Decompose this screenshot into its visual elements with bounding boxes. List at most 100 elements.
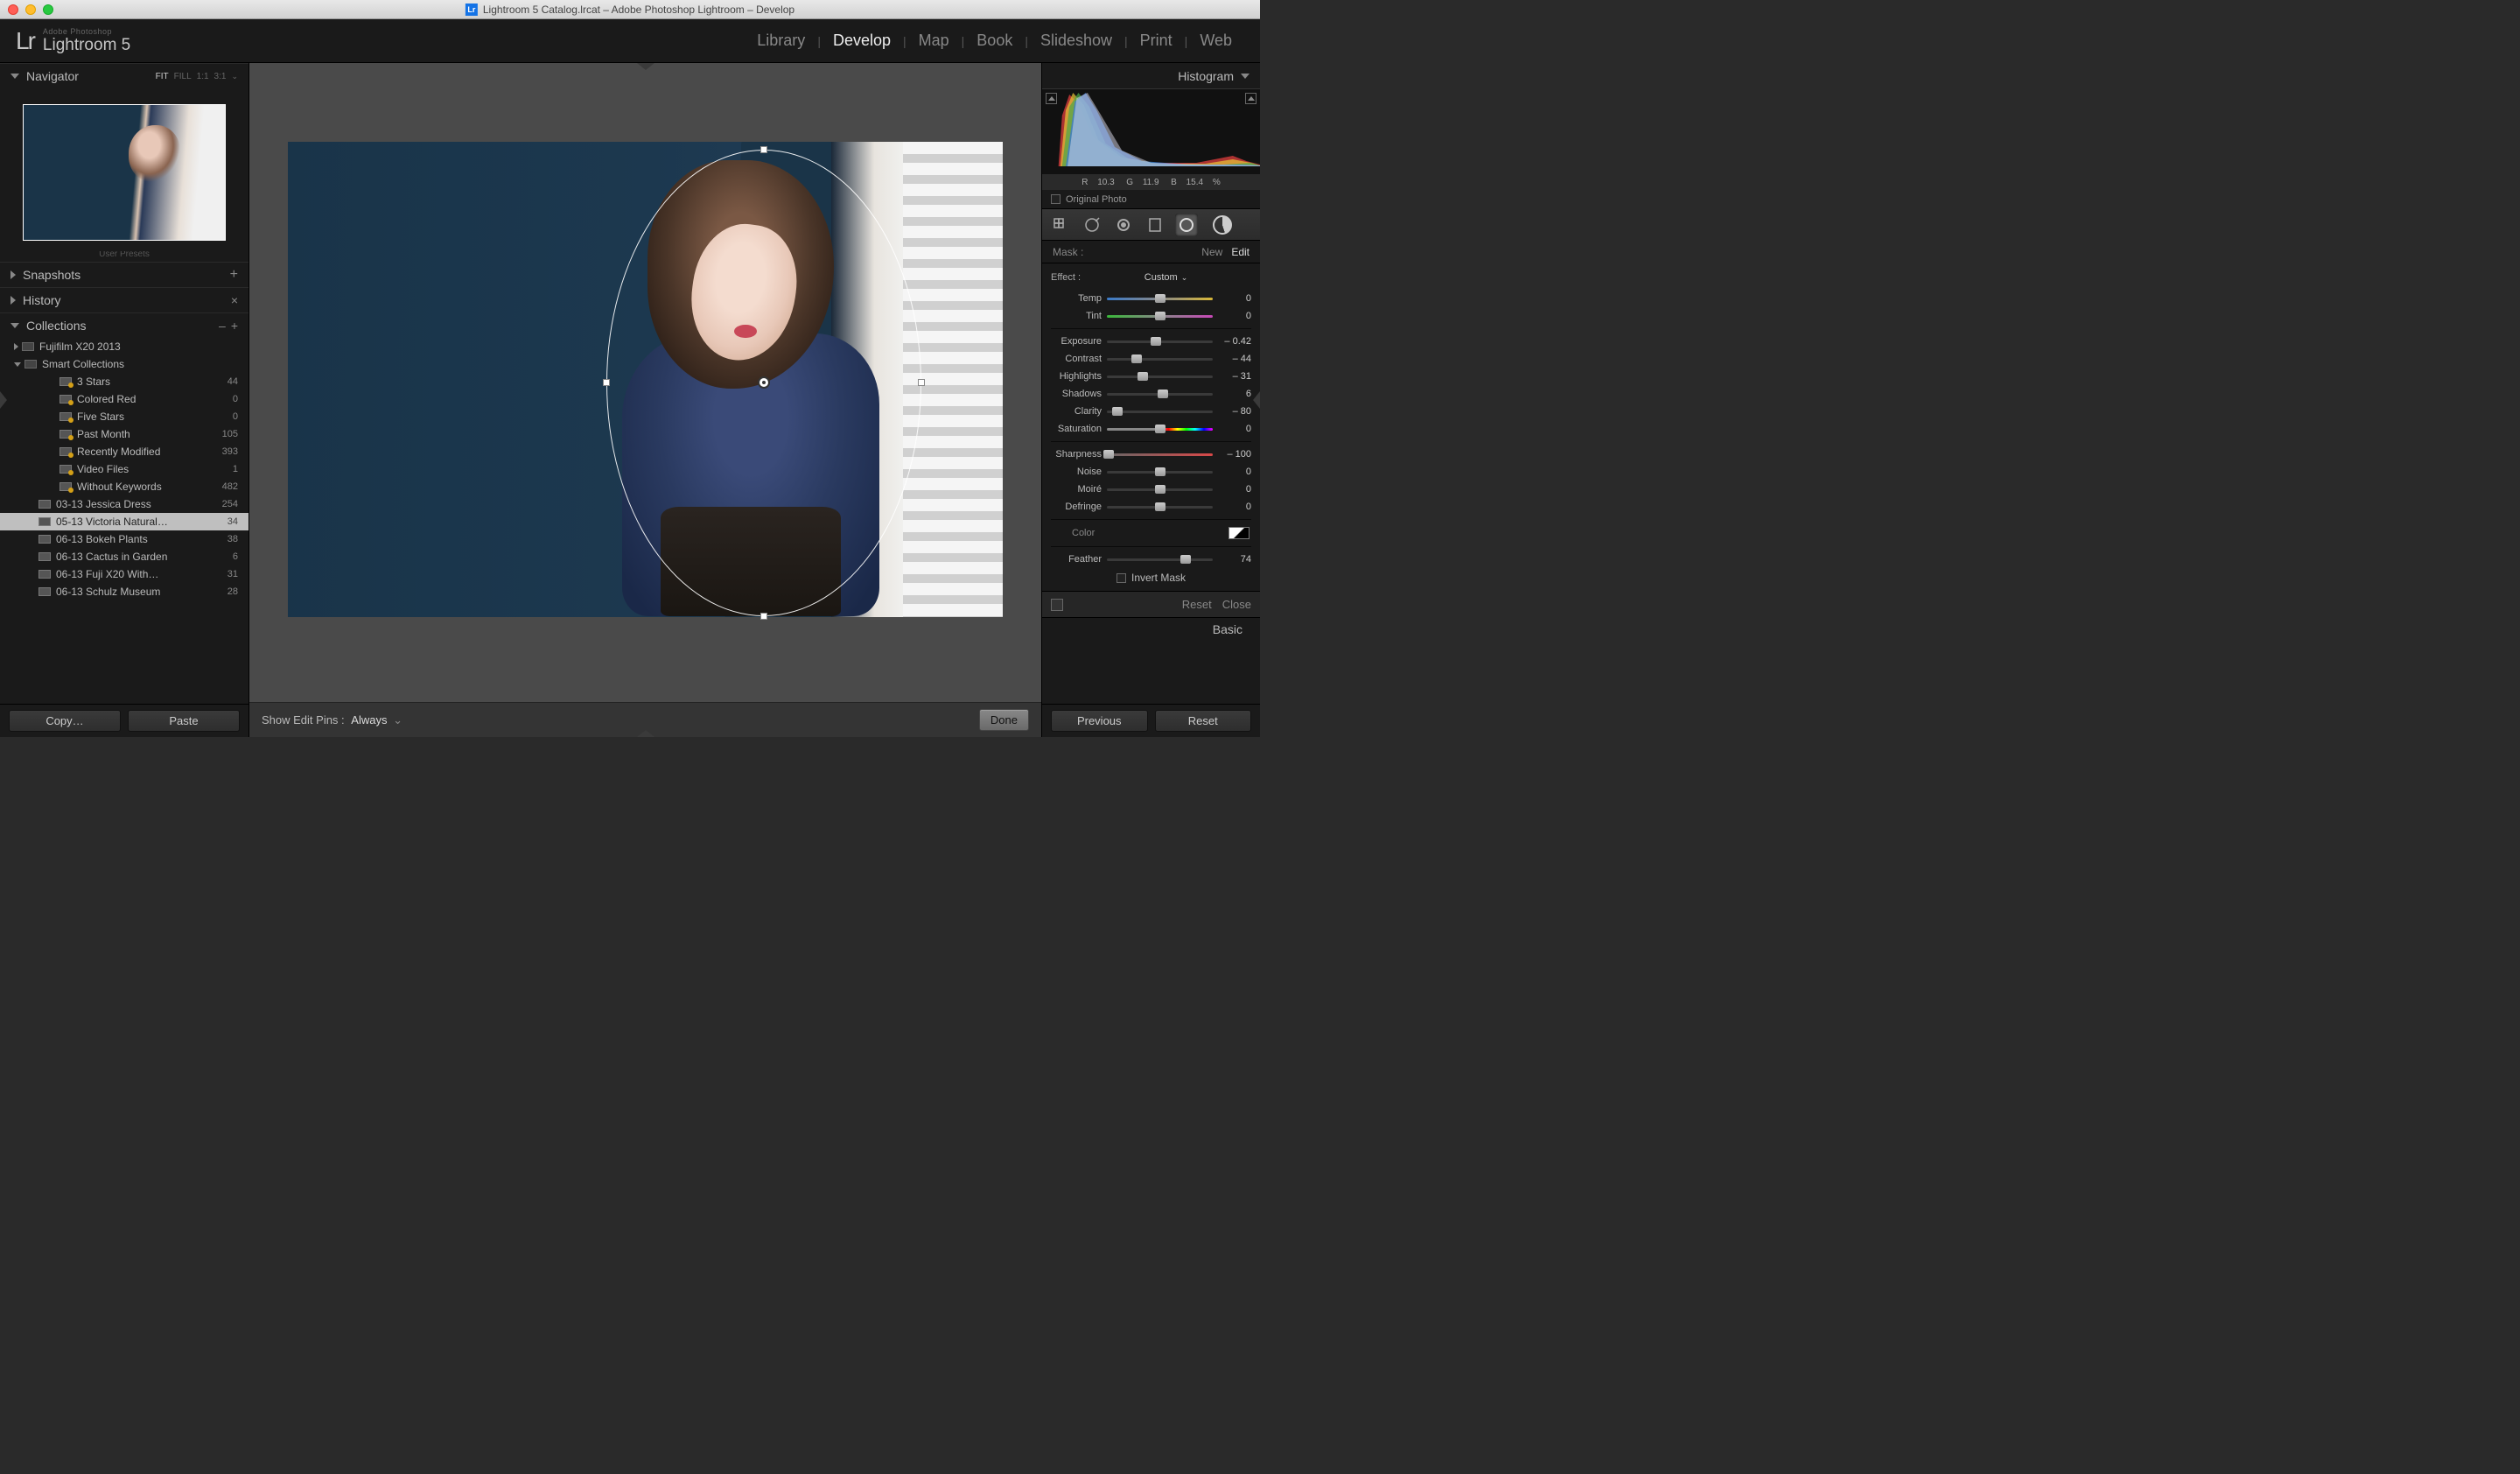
zoom-3:1[interactable]: 3:1 [214,72,227,81]
panel-switch-icon[interactable] [1051,599,1063,611]
collection-row[interactable]: Five Stars0 [0,408,248,425]
adjustment-brush-tool[interactable] [1207,214,1238,236]
mask-new[interactable]: New [1201,246,1222,258]
slider-feather[interactable]: Feather74 [1051,551,1251,568]
slider-saturation[interactable]: Saturation0 [1051,420,1251,438]
tool-strip [1042,209,1260,241]
collection-row[interactable]: Without Keywords482 [0,478,248,495]
reset-button[interactable]: Reset [1155,710,1252,732]
snapshots-header[interactable]: Snapshots + [0,262,248,287]
local-close[interactable]: Close [1222,598,1251,611]
window-title-text: Lightroom 5 Catalog.lrcat – Adobe Photos… [483,4,794,16]
zoom-window-button[interactable] [43,4,53,15]
radial-handle-bottom[interactable] [760,613,767,620]
radial-handle-right[interactable] [918,379,925,386]
effect-row[interactable]: Effect : Custom⌄ [1051,269,1251,286]
collection-row[interactable]: 3 Stars44 [0,373,248,390]
brand-small: Adobe Photoshop [43,27,130,36]
collections-plus[interactable]: + [231,319,238,333]
checkbox-icon[interactable] [1051,194,1060,204]
radial-filter-tool[interactable] [1175,214,1198,236]
slider-shadows[interactable]: Shadows6 [1051,385,1251,403]
collection-row[interactable]: 06-13 Cactus in Garden6 [0,548,248,565]
image-area[interactable] [249,63,1041,702]
redeye-tool[interactable] [1112,214,1135,236]
spot-tool[interactable] [1081,214,1103,236]
right-panel-toggle[interactable] [1253,391,1260,409]
slider-contrast[interactable]: Contrast– 44 [1051,350,1251,368]
radial-filter-sliders: Effect : Custom⌄ Temp0Tint0 Exposure– 0.4… [1042,263,1260,592]
slider-temp[interactable]: Temp0 [1051,290,1251,307]
window-title: Lr Lightroom 5 Catalog.lrcat – Adobe Pho… [466,4,794,16]
basic-panel-header[interactable]: Basic [1042,618,1260,641]
collections-minus[interactable]: – [219,319,226,333]
radial-pin[interactable] [758,376,770,389]
copy-button[interactable]: Copy… [9,710,121,732]
slider-sharpness[interactable]: Sharpness– 100 [1051,446,1251,463]
slider-moiré[interactable]: Moiré0 [1051,481,1251,498]
crop-tool[interactable] [1049,214,1072,236]
module-book[interactable]: Book [964,32,1025,50]
slider-exposure[interactable]: Exposure– 0.42 [1051,333,1251,350]
close-window-button[interactable] [8,4,18,15]
collection-row[interactable]: Fujifilm X20 2013 [0,338,248,355]
navigator-zoom-options[interactable]: FITFILL1:13:1⌄ [156,72,238,81]
color-swatch[interactable] [1228,527,1250,539]
minimize-window-button[interactable] [25,4,36,15]
mac-titlebar: Lr Lightroom 5 Catalog.lrcat – Adobe Pho… [0,0,1260,19]
slider-tint[interactable]: Tint0 [1051,307,1251,325]
previous-button[interactable]: Previous [1051,710,1148,732]
radial-filter-overlay[interactable] [606,150,921,616]
checkbox-icon[interactable] [1116,573,1126,583]
collection-row[interactable]: Colored Red0 [0,390,248,408]
collection-row[interactable]: Video Files1 [0,460,248,478]
histogram-title: Histogram [1178,69,1234,83]
local-reset[interactable]: Reset [1182,598,1212,611]
traffic-lights [0,4,53,15]
brand-glyph: Lr [16,27,34,55]
history-header[interactable]: History × [0,287,248,312]
shadow-clipping-icon[interactable] [1046,93,1057,104]
filmstrip-toggle[interactable] [637,730,654,737]
color-row[interactable]: Color [1051,523,1251,543]
navigator-thumbnail[interactable] [23,104,226,241]
left-panel-toggle[interactable] [0,391,7,409]
collections-header[interactable]: Collections –+ [0,312,248,338]
slider-clarity[interactable]: Clarity– 80 [1051,403,1251,420]
radial-handle-left[interactable] [603,379,610,386]
collection-row[interactable]: 06-13 Schulz Museum28 [0,583,248,600]
collection-row[interactable]: Past Month105 [0,425,248,443]
highlight-clipping-icon[interactable] [1245,93,1256,104]
slider-highlights[interactable]: Highlights– 31 [1051,368,1251,385]
histogram[interactable] [1042,88,1260,174]
module-map[interactable]: Map [906,32,962,50]
slider-defringe[interactable]: Defringe0 [1051,498,1251,516]
graduated-filter-tool[interactable] [1144,214,1166,236]
zoom-fill[interactable]: FILL [174,72,192,81]
show-edit-pins[interactable]: Show Edit Pins : Always ⌄ [262,713,402,727]
module-web[interactable]: Web [1187,32,1244,50]
done-button[interactable]: Done [979,709,1029,731]
collection-row[interactable]: 06-13 Bokeh Plants38 [0,530,248,548]
mask-edit[interactable]: Edit [1231,246,1250,258]
collection-row[interactable]: 06-13 Fuji X20 With…31 [0,565,248,583]
zoom-fit[interactable]: FIT [156,72,169,81]
right-bottom-bar: Previous Reset [1042,704,1260,737]
module-develop[interactable]: Develop [821,32,903,50]
module-slideshow[interactable]: Slideshow [1028,32,1124,50]
zoom-1:1[interactable]: 1:1 [197,72,209,81]
collection-row[interactable]: Smart Collections [0,355,248,373]
collection-row[interactable]: 05-13 Victoria Natural…34 [0,513,248,530]
original-photo-toggle[interactable]: Original Photo [1042,190,1260,209]
brand: Lr Adobe Photoshop Lightroom 5 [16,27,130,55]
radial-handle-top[interactable] [760,146,767,153]
module-print[interactable]: Print [1128,32,1185,50]
navigator-header[interactable]: Navigator FITFILL1:13:1⌄ [0,63,248,88]
slider-noise[interactable]: Noise0 [1051,463,1251,481]
histogram-header[interactable]: Histogram [1042,63,1260,88]
collection-row[interactable]: 03-13 Jessica Dress254 [0,495,248,513]
collection-row[interactable]: Recently Modified393 [0,443,248,460]
invert-mask-row[interactable]: Invert Mask [1051,568,1251,587]
module-library[interactable]: Library [745,32,817,50]
paste-button[interactable]: Paste [128,710,240,732]
